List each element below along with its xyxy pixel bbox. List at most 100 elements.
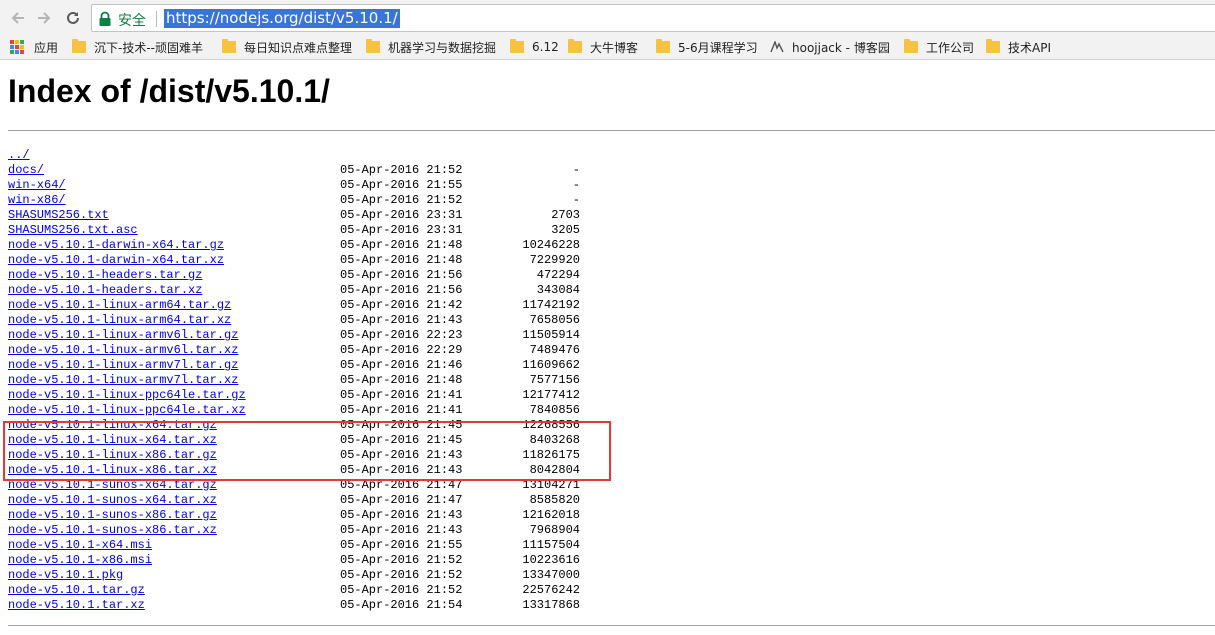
file-date: 05-Apr-2016 21:43 <box>340 523 463 537</box>
file-link[interactable]: node-v5.10.1-headers.tar.xz <box>8 283 202 298</box>
file-size: 8403268 <box>529 433 580 447</box>
file-link[interactable]: node-v5.10.1-sunos-x64.tar.gz <box>8 478 217 493</box>
file-size: 13317868 <box>522 598 580 612</box>
file-row: node-v5.10.1-linux-ppc64le.tar.xz 05-Apr-… <box>8 403 608 418</box>
file-link[interactable]: node-v5.10.1-linux-x64.tar.gz <box>8 418 217 433</box>
file-date: 05-Apr-2016 21:52 <box>340 583 463 597</box>
bookmark-item[interactable]: 5-6月课程学习 <box>656 38 758 56</box>
folder-icon <box>986 39 1000 53</box>
file-link[interactable]: node-v5.10.1-linux-x86.tar.xz <box>8 463 217 478</box>
file-row: node-v5.10.1-sunos-x86.tar.xz 05-Apr-2016… <box>8 523 608 538</box>
bookmark-item[interactable]: 6.12 <box>510 38 559 56</box>
bookmark-item[interactable]: hoojjack - 博客园 <box>770 38 890 56</box>
folder-icon <box>510 39 524 53</box>
file-date: 05-Apr-2016 21:41 <box>340 403 463 417</box>
file-link[interactable]: SHASUMS256.txt <box>8 208 109 223</box>
file-link[interactable]: node-v5.10.1.tar.gz <box>8 583 145 598</box>
file-size: 2703 <box>551 208 580 222</box>
address-bar[interactable]: 安全 https://nodejs.org/dist/v5.10.1/ <box>91 4 1215 32</box>
file-date: 05-Apr-2016 21:54 <box>340 598 463 612</box>
file-size: - <box>572 163 580 177</box>
file-link[interactable]: node-v5.10.1-darwin-x64.tar.xz <box>8 253 224 268</box>
file-date: 05-Apr-2016 21:52 <box>340 553 463 567</box>
lock-icon <box>98 11 112 27</box>
bookmark-item[interactable]: 技术API <box>986 38 1051 56</box>
file-link[interactable]: node-v5.10.1-linux-ppc64le.tar.xz <box>8 403 246 418</box>
file-row: node-v5.10.1-linux-arm64.tar.gz 05-Apr-20… <box>8 298 608 313</box>
file-link[interactable]: node-v5.10.1-linux-x64.tar.xz <box>8 433 217 448</box>
file-size: 7489476 <box>529 343 580 357</box>
bookmark-item[interactable]: 沉下-技术--顽固难羊 <box>72 38 203 56</box>
file-row: node-v5.10.1-linux-armv7l.tar.xz 05-Apr-2… <box>8 373 608 388</box>
folder-icon <box>222 39 236 53</box>
file-row: win-x64/05-Apr-2016 21:55 - <box>8 178 608 193</box>
file-link[interactable]: node-v5.10.1-x86.msi <box>8 553 152 568</box>
folder-icon <box>568 39 582 53</box>
forward-arrow-icon[interactable] <box>32 6 56 30</box>
file-link[interactable]: node-v5.10.1-linux-armv6l.tar.gz <box>8 328 238 343</box>
file-date: 05-Apr-2016 21:48 <box>340 238 463 252</box>
file-size: 7577156 <box>529 373 580 387</box>
bookmark-label: 大牛博客 <box>590 40 639 55</box>
file-row: node-v5.10.1-darwin-x64.tar.gz 05-Apr-201… <box>8 238 608 253</box>
file-link[interactable]: node-v5.10.1-linux-armv7l.tar.gz <box>8 358 238 373</box>
file-row: ../ <box>8 148 608 163</box>
apps-grid-icon <box>10 40 24 54</box>
file-link[interactable]: node-v5.10.1-sunos-x86.tar.xz <box>8 523 217 538</box>
bookmark-label: 6.12 <box>532 40 559 54</box>
bookmark-item[interactable]: 应用 <box>10 38 58 56</box>
file-link[interactable]: docs/ <box>8 163 44 178</box>
file-date: 05-Apr-2016 21:48 <box>340 253 463 267</box>
file-link[interactable]: node-v5.10.1-sunos-x64.tar.xz <box>8 493 217 508</box>
file-size: 10246228 <box>522 238 580 252</box>
bookmark-item[interactable]: 机器学习与数据挖掘 <box>366 38 496 56</box>
file-link[interactable]: node-v5.10.1.pkg <box>8 568 123 583</box>
file-link[interactable]: node-v5.10.1-sunos-x86.tar.gz <box>8 508 217 523</box>
file-size: 7840856 <box>529 403 580 417</box>
file-size: 13104271 <box>522 478 580 492</box>
file-link[interactable]: node-v5.10.1-headers.tar.gz <box>8 268 202 283</box>
file-date: 05-Apr-2016 21:43 <box>340 463 463 477</box>
file-row: node-v5.10.1-x64.msi 05-Apr-2016 21:55 111… <box>8 538 608 553</box>
reload-icon[interactable] <box>61 6 85 30</box>
file-link[interactable]: ../ <box>8 148 30 163</box>
file-row: node-v5.10.1-headers.tar.xz 05-Apr-2016 2… <box>8 283 608 298</box>
file-row: SHASUMS256.txt.asc 05-Apr-2016 23:31 3205 <box>8 223 608 238</box>
file-link[interactable]: win-x64/ <box>8 178 66 193</box>
bookmark-label: 机器学习与数据挖掘 <box>388 40 497 55</box>
url-text[interactable]: https://nodejs.org/dist/v5.10.1/ <box>164 9 400 28</box>
file-row: node-v5.10.1.tar.xz 05-Apr-2016 21:54 1331… <box>8 598 608 613</box>
file-link[interactable]: win-x86/ <box>8 193 66 208</box>
file-row: node-v5.10.1.tar.gz 05-Apr-2016 21:52 2257… <box>8 583 608 598</box>
cnblogs-icon <box>770 39 784 53</box>
file-row: SHASUMS256.txt 05-Apr-2016 23:31 2703 <box>8 208 608 223</box>
file-size: 22576242 <box>522 583 580 597</box>
file-date: 05-Apr-2016 21:52 <box>340 193 463 207</box>
file-size: 11505914 <box>522 328 580 342</box>
file-link[interactable]: SHASUMS256.txt.asc <box>8 223 138 238</box>
file-link[interactable]: node-v5.10.1-linux-x86.tar.gz <box>8 448 217 463</box>
file-row: node-v5.10.1-linux-x86.tar.gz 05-Apr-2016… <box>8 448 608 463</box>
file-link[interactable]: node-v5.10.1-linux-ppc64le.tar.gz <box>8 388 246 403</box>
file-link[interactable]: node-v5.10.1-x64.msi <box>8 538 152 553</box>
file-link[interactable]: node-v5.10.1-linux-armv6l.tar.xz <box>8 343 238 358</box>
file-date: 05-Apr-2016 21:52 <box>340 568 463 582</box>
back-arrow-icon[interactable] <box>6 6 30 30</box>
file-link[interactable]: node-v5.10.1.tar.xz <box>8 598 145 613</box>
file-link[interactable]: node-v5.10.1-darwin-x64.tar.gz <box>8 238 224 253</box>
file-row: node-v5.10.1-linux-armv6l.tar.xz 05-Apr-2… <box>8 343 608 358</box>
divider <box>8 130 1215 131</box>
file-size: - <box>572 178 580 192</box>
file-link[interactable]: node-v5.10.1-linux-armv7l.tar.xz <box>8 373 238 388</box>
file-link[interactable]: node-v5.10.1-linux-arm64.tar.gz <box>8 298 231 313</box>
bookmark-item[interactable]: 每日知识点难点整理 <box>222 38 352 56</box>
folder-icon <box>904 39 918 53</box>
bookmark-label: hoojjack - 博客园 <box>792 40 890 55</box>
file-date: 05-Apr-2016 21:43 <box>340 448 463 462</box>
bookmark-item[interactable]: 工作公司 <box>904 38 974 56</box>
file-date: 05-Apr-2016 21:55 <box>340 178 463 192</box>
file-size: 12268556 <box>522 418 580 432</box>
file-link[interactable]: node-v5.10.1-linux-arm64.tar.xz <box>8 313 231 328</box>
bookmark-item[interactable]: 大牛博客 <box>568 38 638 56</box>
file-row: node-v5.10.1-linux-ppc64le.tar.gz 05-Apr-… <box>8 388 608 403</box>
